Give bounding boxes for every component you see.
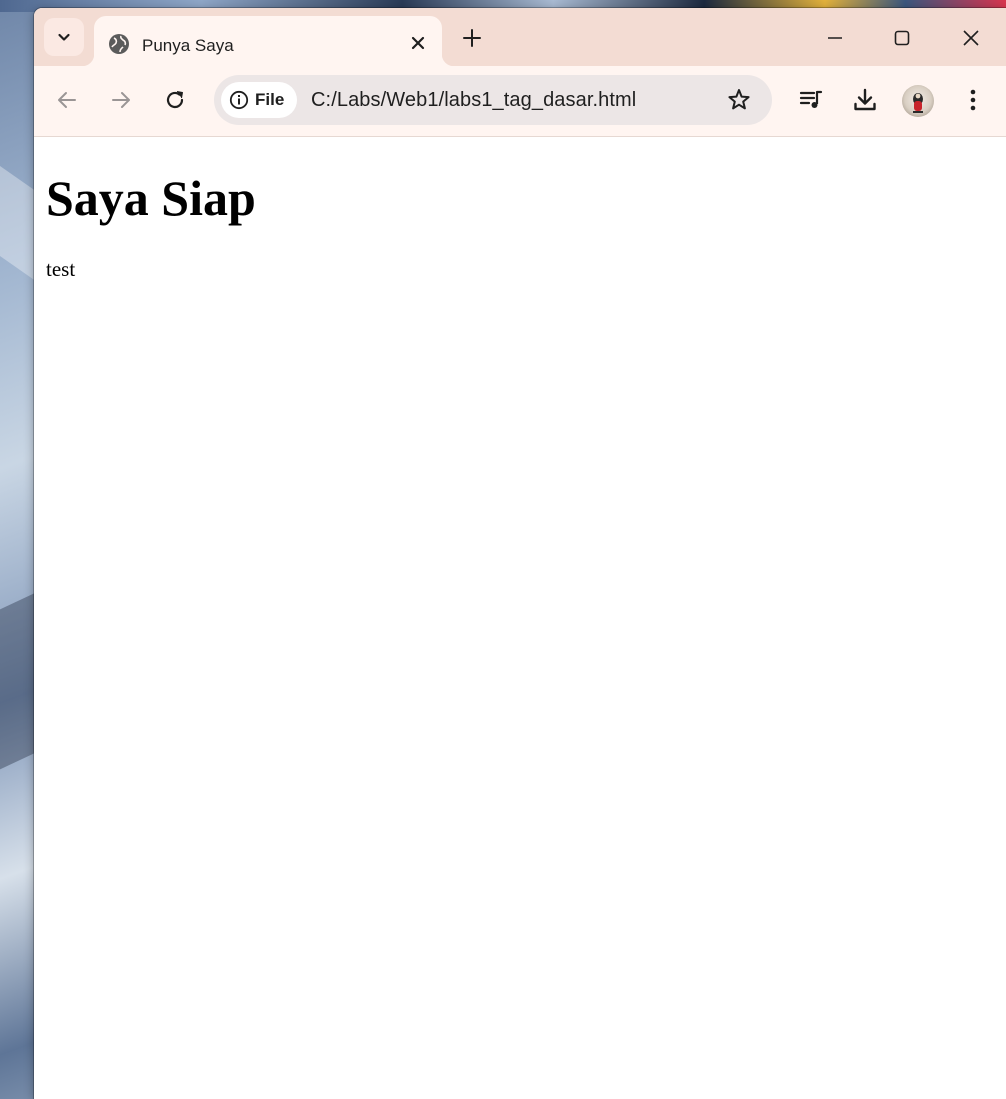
site-chip-label: File [255,90,285,109]
back-button[interactable] [53,86,81,114]
close-window-button[interactable] [956,23,986,53]
active-tab[interactable]: Punya Saya [82,16,454,66]
maximize-button[interactable] [887,23,917,53]
address-bar[interactable]: File C:/Labs/Web1/labs1_tag_dasar.html [214,75,772,125]
profile-avatar[interactable] [902,85,934,117]
tab-title: Punya Saya [142,36,234,55]
close-tab-icon[interactable] [408,33,428,53]
page-heading: Saya Siap [46,170,256,226]
browser-menu-button[interactable] [958,85,988,115]
minimize-button[interactable] [820,23,850,53]
site-info-chip[interactable]: File [221,82,297,118]
browser-window: Punya Saya File C:/Labs/Web1/labs1_tag_d… [34,8,1006,1099]
queue-music-icon [799,90,823,108]
maximize-icon [894,30,910,46]
arrow-right-icon [112,92,130,108]
tab-search-button[interactable] [44,18,84,56]
new-tab-icon[interactable] [458,24,486,52]
reload-button[interactable] [161,86,189,114]
forward-button[interactable] [107,86,135,114]
minimize-icon [828,37,842,39]
globe-icon [109,34,129,54]
profile-avatar-image [913,93,923,113]
bookmark-star-icon[interactable] [726,87,752,113]
tab-strip: Punya Saya [34,8,1006,66]
download-icon [854,88,876,111]
arrow-left-icon [58,92,76,108]
more-vertical-icon [970,89,976,111]
chevron-down-icon [58,33,70,41]
close-icon [963,30,979,46]
url-text[interactable]: C:/Labs/Web1/labs1_tag_dasar.html [311,89,636,112]
page-paragraph: test [46,257,76,281]
reload-icon [166,91,184,109]
downloads-button[interactable] [850,85,880,115]
media-control-button[interactable] [796,85,826,115]
info-icon [229,90,249,110]
page-content: Saya Siap test [34,137,1006,1099]
browser-toolbar: File C:/Labs/Web1/labs1_tag_dasar.html [34,66,1006,137]
